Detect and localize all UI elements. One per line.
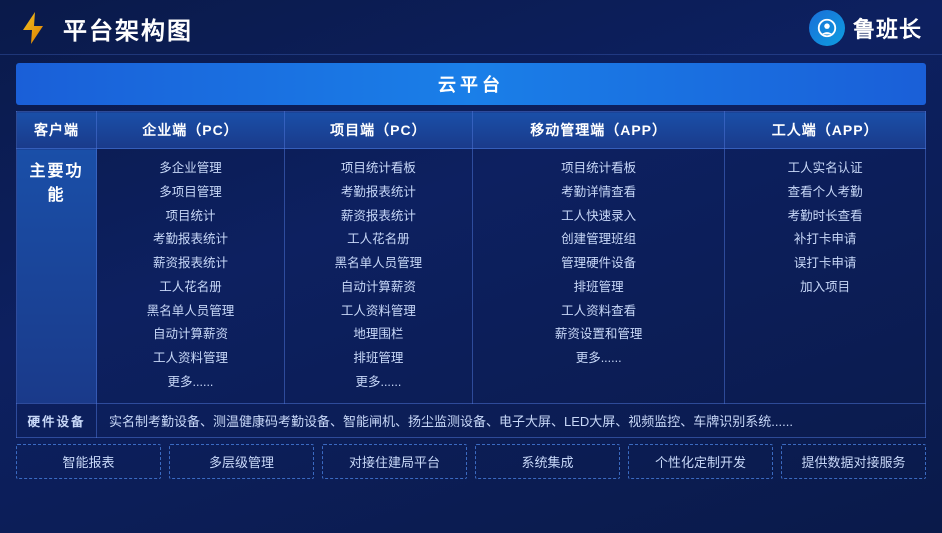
col-header-client: 客户端 xyxy=(17,112,97,149)
bottom-item-2: 对接住建局平台 xyxy=(322,444,467,479)
header: 平台架构图 鲁班长 xyxy=(0,0,942,55)
feature-list-mobile: 项目统计看板考勤详情查看工人快速录入创建管理班组管理硬件设备排班管理工人资料查看… xyxy=(483,157,715,371)
brand-logo: 鲁班长 xyxy=(809,10,922,46)
brand-icon xyxy=(809,10,845,46)
row-header-main-function: 主要功能 xyxy=(17,149,97,404)
brand-name: 鲁班长 xyxy=(853,12,922,44)
feature-list-worker: 工人实名认证查看个人考勤考勤时长查看补打卡申请误打卡申请加入项目 xyxy=(735,157,915,300)
header-left: 平台架构图 xyxy=(15,10,193,46)
hardware-row: 硬件设备 实名制考勤设备、测温健康码考勤设备、智能闸机、扬尘监测设备、电子大屏、… xyxy=(17,403,926,437)
bottom-item-3: 系统集成 xyxy=(475,444,620,479)
col-header-worker: 工人端（APP） xyxy=(725,112,926,149)
col-header-project: 项目端（PC） xyxy=(284,112,472,149)
main-content: 云平台 客户端 企业端（PC） 项目端（PC） 移动管理端（APP） 工人端（A… xyxy=(0,55,942,487)
col-header-mobile: 移动管理端（APP） xyxy=(472,112,725,149)
bottom-item-5: 提供数据对接服务 xyxy=(781,444,926,479)
bottom-row: 智能报表 多层级管理 对接住建局平台 系统集成 个性化定制开发 提供数据对接服务 xyxy=(16,444,926,479)
column-header-row: 客户端 企业端（PC） 项目端（PC） 移动管理端（APP） 工人端（APP） xyxy=(17,112,926,149)
bottom-item-4: 个性化定制开发 xyxy=(628,444,773,479)
feature-list-enterprise: 多企业管理多项目管理项目统计考勤报表统计薪资报表统计工人花名册黑名单人员管理自动… xyxy=(107,157,274,395)
project-features: 项目统计看板考勤报表统计薪资报表统计工人花名册黑名单人员管理自动计算薪资工人资料… xyxy=(284,149,472,404)
bottom-item-1: 多层级管理 xyxy=(169,444,314,479)
col-header-enterprise: 企业端（PC） xyxy=(97,112,285,149)
logo-icon xyxy=(15,10,51,46)
page-title: 平台架构图 xyxy=(63,11,193,46)
main-features-row: 主要功能 多企业管理多项目管理项目统计考勤报表统计薪资报表统计工人花名册黑名单人… xyxy=(17,149,926,404)
cloud-platform-bar: 云平台 xyxy=(16,63,926,105)
mobile-features: 项目统计看板考勤详情查看工人快速录入创建管理班组管理硬件设备排班管理工人资料查看… xyxy=(472,149,725,404)
hardware-content: 实名制考勤设备、测温健康码考勤设备、智能闸机、扬尘监测设备、电子大屏、LED大屏… xyxy=(97,403,926,437)
row-header-hardware: 硬件设备 xyxy=(17,403,97,437)
platform-table: 客户端 企业端（PC） 项目端（PC） 移动管理端（APP） 工人端（APP） … xyxy=(16,111,926,438)
worker-features: 工人实名认证查看个人考勤考勤时长查看补打卡申请误打卡申请加入项目 xyxy=(725,149,926,404)
enterprise-features: 多企业管理多项目管理项目统计考勤报表统计薪资报表统计工人花名册黑名单人员管理自动… xyxy=(97,149,285,404)
bottom-item-0: 智能报表 xyxy=(16,444,161,479)
feature-list-project: 项目统计看板考勤报表统计薪资报表统计工人花名册黑名单人员管理自动计算薪资工人资料… xyxy=(295,157,462,395)
